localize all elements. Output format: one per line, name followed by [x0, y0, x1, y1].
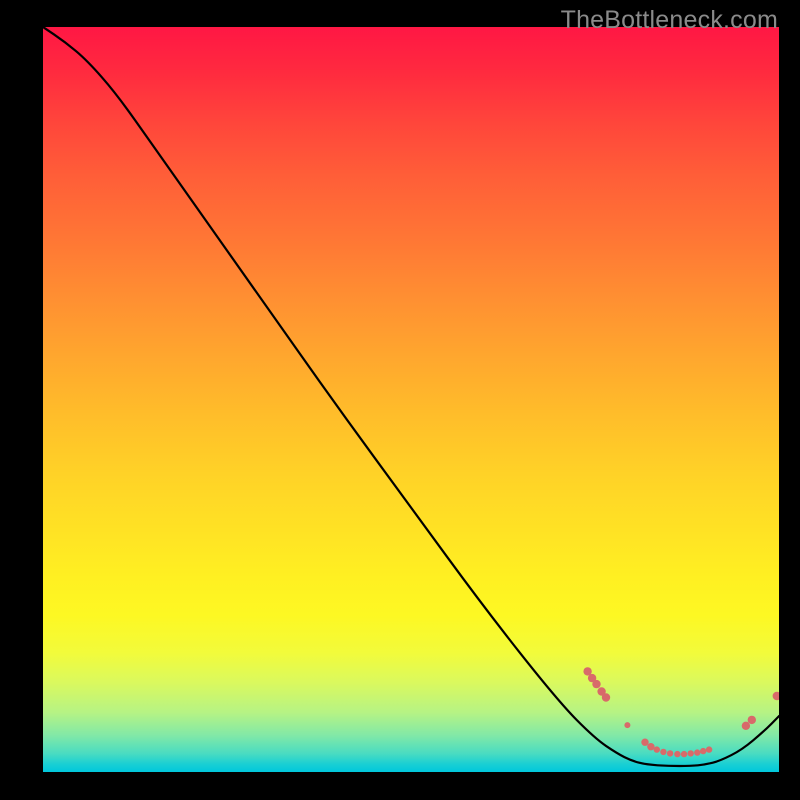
data-marker: [681, 751, 687, 757]
data-marker: [624, 722, 630, 728]
data-marker: [674, 751, 680, 757]
data-marker: [654, 746, 660, 752]
data-marker: [660, 749, 666, 755]
data-marker: [688, 750, 694, 756]
data-marker: [641, 739, 648, 746]
data-marker: [748, 716, 756, 724]
data-marker: [694, 749, 700, 755]
data-marker: [592, 680, 600, 688]
data-marker: [700, 748, 706, 754]
data-marker: [706, 746, 712, 752]
bottleneck-curve-path: [43, 27, 779, 766]
data-marker: [667, 750, 673, 756]
plot-area: [43, 27, 779, 772]
watermark-text: TheBottleneck.com: [561, 6, 778, 35]
data-marker: [773, 692, 779, 700]
bottleneck-curve-svg: [43, 27, 779, 772]
data-marker: [647, 743, 654, 750]
data-marker: [602, 693, 610, 701]
chart-frame: TheBottleneck.com: [0, 0, 800, 800]
